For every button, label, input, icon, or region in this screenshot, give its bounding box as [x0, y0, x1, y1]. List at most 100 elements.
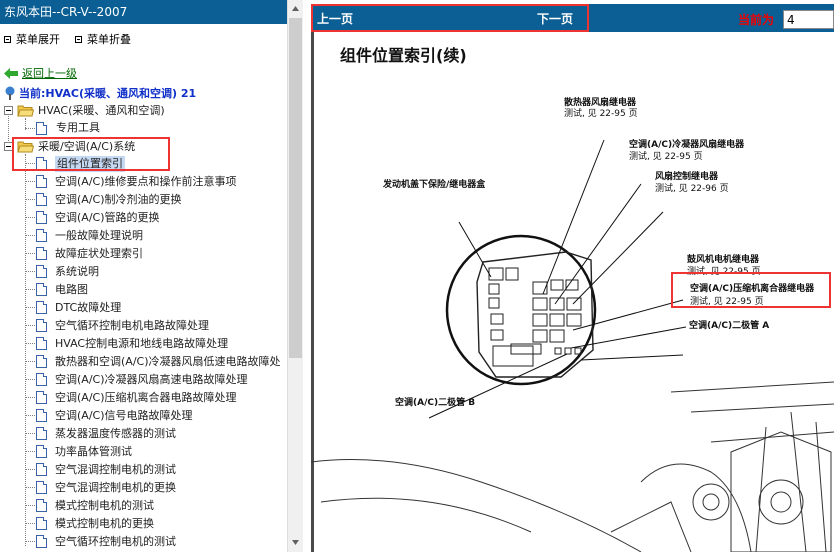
document-icon — [36, 229, 47, 242]
engine-bay-sketch — [311, 381, 834, 552]
tree-line — [25, 397, 35, 398]
tree-item[interactable]: 散热器和空调(A/C)冷凝器风扇低速电路故障处 — [55, 354, 281, 370]
page-label: 当前为 — [738, 13, 775, 27]
document-icon — [36, 535, 47, 548]
next-page-button[interactable]: 下一页 — [537, 10, 573, 27]
highlight-box — [12, 137, 170, 171]
tree-item[interactable]: 系统说明 — [55, 264, 99, 280]
tree-line — [25, 541, 35, 542]
document-icon — [36, 319, 47, 332]
back-link[interactable]: 返回上一级 — [4, 66, 77, 80]
tree-line — [25, 523, 35, 524]
collapse-icon — [75, 35, 82, 43]
tree-line — [25, 271, 35, 272]
label-ac-diode-b: 空调(A/C)二极管 B — [395, 398, 476, 408]
tree-line — [25, 217, 35, 218]
document-icon — [36, 265, 47, 278]
label-fuse-relay-box: 发动机盖下保险/继电器盒 — [383, 180, 486, 190]
tree-item[interactable]: 空调(A/C)冷凝器风扇高速电路故障处理 — [55, 372, 248, 388]
tree-item[interactable]: 空气循环控制电机电路故障处理 — [55, 318, 209, 334]
tree-item[interactable]: 模式控制电机的更换 — [55, 516, 154, 532]
tree-line — [25, 433, 35, 434]
document-icon — [36, 481, 47, 494]
label-fan-control-relay-test: 测试, 见 22-96 页 — [655, 184, 729, 194]
highlight-box — [671, 272, 831, 308]
tree-line — [25, 325, 35, 326]
tree-item[interactable]: 空气混调控制电机的测试 — [55, 462, 176, 478]
page-number-input[interactable] — [783, 10, 834, 29]
tree-line — [25, 253, 35, 254]
document-icon — [36, 373, 47, 386]
tree-item[interactable]: 功率晶体管测试 — [55, 444, 132, 460]
tree-line — [25, 289, 35, 290]
tree-item[interactable]: 一般故障处理说明 — [55, 228, 143, 244]
tree-item[interactable]: 空调(A/C)压缩机离合器电路故障处理 — [55, 390, 237, 406]
collapse-menu-button[interactable]: 菜单折叠 — [75, 32, 131, 46]
document-icon — [36, 499, 47, 512]
scroll-thumb[interactable] — [289, 18, 302, 358]
document-icon — [36, 122, 47, 135]
tree-line — [25, 361, 35, 362]
document-icon — [36, 283, 47, 296]
document-panel: 上一页 下一页 当前为 4 组件位置索引(续) 散热器风扇继电器 测试, 见 2… — [311, 0, 834, 552]
label-ac-diode-a: 空调(A/C)二极管 A — [689, 321, 770, 331]
document-icon — [36, 427, 47, 440]
tree-line — [25, 181, 35, 182]
document-icon — [36, 247, 47, 260]
tree-item[interactable]: DTC故障处理 — [55, 300, 121, 316]
tree-line — [25, 415, 35, 416]
tree-line — [25, 343, 35, 344]
book-title: 东风本田--CR-V--2007 — [0, 0, 287, 24]
tree-panel: 东风本田--CR-V--2007 菜单展开 菜单折叠 返回上一级 当前:HVAC… — [0, 0, 303, 552]
tree-folder-hvac[interactable]: HVAC(采暖、通风和空调) — [38, 103, 165, 119]
expand-menu-label: 菜单展开 — [16, 33, 60, 46]
tree-line — [25, 379, 35, 380]
tree-line — [25, 307, 35, 308]
tree-item[interactable]: 空调(A/C)制冷剂油的更换 — [55, 192, 182, 208]
tree-line — [25, 487, 35, 488]
tree-line — [25, 469, 35, 470]
document-icon — [36, 211, 47, 224]
document-icon — [36, 301, 47, 314]
tree-item[interactable]: 蒸发器温度传感器的测试 — [55, 426, 176, 442]
tree-item-special-tools[interactable]: 专用工具 — [56, 120, 100, 136]
tree-item[interactable]: 故障症状处理索引 — [55, 246, 143, 262]
document-icon — [36, 463, 47, 476]
tree-item[interactable]: 空调(A/C)维修要点和操作前注意事项 — [55, 174, 237, 190]
document-icon — [36, 409, 47, 422]
document-icon — [36, 445, 47, 458]
expand-icon — [4, 35, 11, 43]
document-icon — [36, 175, 47, 188]
tree-line — [25, 128, 35, 129]
tree-line — [25, 199, 35, 200]
tree-item[interactable]: 模式控制电机的测试 — [55, 498, 154, 514]
tree-item[interactable]: 空调(A/C)信号电路故障处理 — [55, 408, 193, 424]
document-icon — [36, 355, 47, 368]
scroll-up-icon[interactable] — [288, 0, 303, 17]
tree-item[interactable]: 空气循环控制电机的测试 — [55, 534, 176, 550]
label-condenser-fan-relay-test: 测试, 见 22-95 页 — [629, 152, 703, 162]
tree-line — [25, 451, 35, 452]
current-location-label: 当前:HVAC(采暖、通风和空调) 21 — [19, 87, 197, 100]
back-arrow-icon — [4, 67, 18, 79]
collapse-menu-label: 菜单折叠 — [87, 33, 131, 46]
fuse-box-details — [488, 267, 582, 367]
document-title: 组件位置索引(续) — [340, 46, 467, 65]
document-icon — [36, 193, 47, 206]
location-pin-icon — [5, 86, 15, 100]
current-location: 当前:HVAC(采暖、通风和空调) 21 — [4, 85, 196, 101]
tree-item[interactable]: 电路图 — [55, 282, 88, 298]
label-radiator-fan-relay-test: 测试, 见 22-95 页 — [564, 109, 638, 119]
prev-page-button[interactable]: 上一页 — [317, 10, 353, 27]
open-folder-icon — [17, 105, 34, 117]
tree-item[interactable]: 空调(A/C)管路的更换 — [55, 210, 160, 226]
collapse-toggle[interactable] — [4, 106, 13, 115]
tree-line — [25, 505, 35, 506]
document-icon — [36, 517, 47, 530]
tree-item[interactable]: HVAC控制电源和地线电路故障处理 — [55, 336, 228, 352]
expand-menu-button[interactable]: 菜单展开 — [4, 32, 60, 46]
tree-item[interactable]: 空气混调控制电机的更换 — [55, 480, 176, 496]
scroll-down-icon[interactable] — [288, 534, 303, 551]
document-icon — [36, 391, 47, 404]
tree-scrollbar[interactable] — [287, 0, 303, 552]
